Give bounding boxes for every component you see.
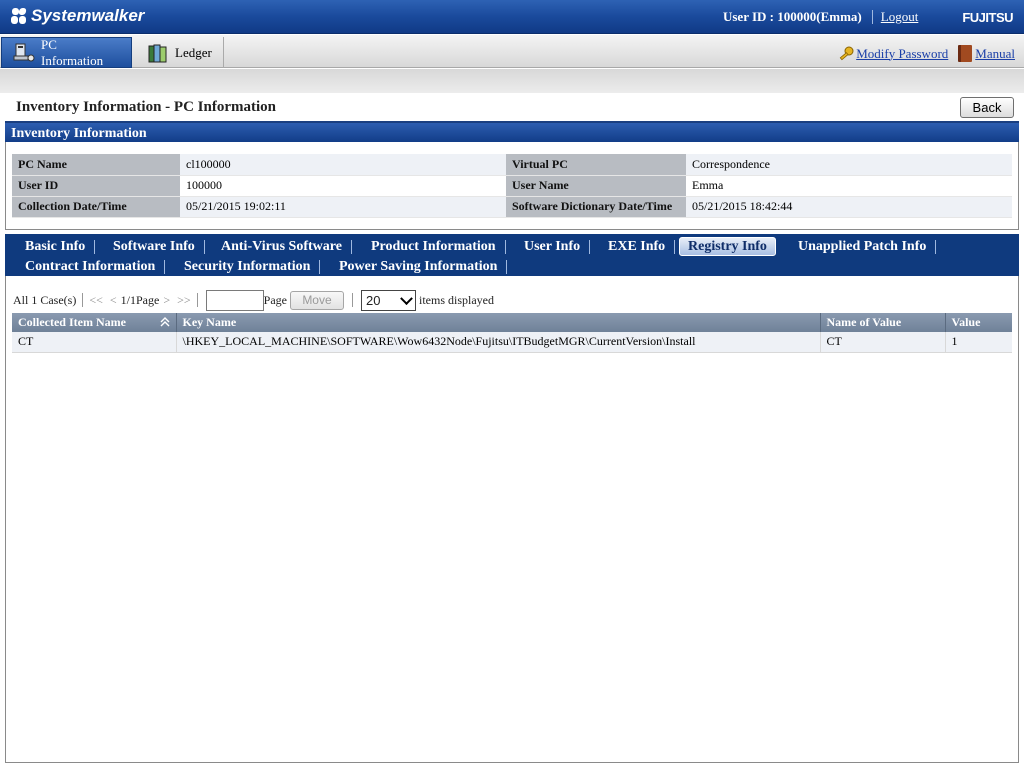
info-value: 05/21/2015 18:42:44	[686, 196, 1012, 218]
nav-tab-label: Ledger	[175, 44, 212, 60]
info-label: User ID	[12, 175, 180, 197]
pager-divider	[351, 293, 353, 307]
page-label: Page	[263, 292, 287, 307]
cell-key-name: \HKEY_LOCAL_MACHINE\SOFTWARE\Wow6432Node…	[176, 332, 821, 353]
first-page-link[interactable]: <<	[89, 293, 103, 308]
sort-ascending-icon[interactable]	[160, 315, 170, 329]
tab-exe-info[interactable]: EXE Info	[600, 237, 676, 256]
column-header-key-name[interactable]: Key Name	[176, 313, 821, 332]
tab-basic-info[interactable]: Basic Info	[17, 237, 96, 256]
tab-user-info[interactable]: User Info	[516, 237, 591, 256]
back-button[interactable]: Back	[960, 97, 1014, 118]
table-header-row: Collected Item Name Key Name Name of Val…	[12, 313, 1012, 332]
move-button[interactable]: Move	[289, 290, 344, 310]
info-label: Collection Date/Time	[12, 196, 180, 218]
pc-icon	[12, 42, 36, 64]
info-label: PC Name	[12, 154, 180, 176]
page-number-input[interactable]	[205, 289, 264, 311]
cell-collected-item-name: CT	[12, 332, 177, 353]
pager-divider	[196, 293, 198, 307]
info-label: Software Dictionary Date/Time	[506, 196, 686, 218]
detail-tabs: Basic Info Software Info Anti-Virus Soft…	[5, 234, 1019, 276]
modify-password-link[interactable]: Modify Password	[856, 46, 948, 62]
nav-tab-label: PC Information	[41, 36, 104, 68]
column-header-name-of-value[interactable]: Name of Value	[820, 313, 946, 332]
inventory-info-table: PC Name cl100000 Virtual PC Corresponden…	[12, 154, 1012, 218]
next-page-link[interactable]: >	[163, 293, 170, 308]
nav-tab-pc-information[interactable]: PC Information	[1, 37, 132, 68]
systemwalker-logo-icon	[10, 7, 28, 25]
header-right: User ID : 100000(Emma) Logout FUJITSU	[723, 0, 1024, 34]
manual-link[interactable]: Manual	[975, 46, 1015, 62]
tab-anti-virus-software[interactable]: Anti-Virus Software	[213, 237, 352, 256]
header-divider	[871, 10, 873, 24]
tab-registry-info[interactable]: Registry Info	[679, 237, 776, 256]
nav-tab-ledger[interactable]: Ledger	[136, 37, 224, 68]
info-value: Correspondence	[686, 154, 1012, 176]
manual-book-icon	[958, 45, 973, 62]
main-nav: PC Information Ledger Modify Password Ma…	[0, 35, 1024, 68]
tab-software-info[interactable]: Software Info	[105, 237, 205, 256]
pager: All 1 Case(s) << < 1/1Page > >> Page Mov…	[13, 289, 494, 311]
pager-divider	[82, 293, 84, 307]
column-header-collected-item-name[interactable]: Collected Item Name	[12, 313, 177, 332]
cell-name-of-value: CT	[820, 332, 946, 353]
items-per-page-value: 20	[365, 292, 381, 308]
user-id-label: User ID : 100000(Emma)	[722, 9, 862, 24]
info-row: Collection Date/Time 05/21/2015 19:02:11…	[12, 196, 1012, 218]
ledger-icon	[146, 42, 170, 64]
nav-links: Modify Password Manual	[838, 45, 1015, 62]
info-row: PC Name cl100000 Virtual PC Corresponden…	[12, 154, 1012, 176]
toolbar-strip	[0, 69, 1024, 93]
logout-link[interactable]: Logout	[881, 9, 919, 25]
fujitsu-logo: FUJITSU	[962, 9, 1013, 25]
tab-contract-information[interactable]: Contract Information	[17, 257, 166, 276]
chevron-down-icon	[400, 291, 413, 305]
info-value: cl100000	[180, 154, 506, 176]
items-per-page-select[interactable]: 20	[360, 289, 416, 311]
page-title: Inventory Information - PC Information	[16, 99, 276, 115]
info-label: Virtual PC	[506, 154, 686, 176]
cell-value: 1	[945, 332, 1012, 353]
record-count: All 1 Case(s)	[13, 292, 77, 307]
registry-table: Collected Item Name Key Name Name of Val…	[12, 313, 1012, 353]
last-page-link[interactable]: >>	[177, 293, 191, 308]
items-displayed-label: items displayed	[418, 292, 494, 307]
tab-product-information[interactable]: Product Information	[363, 237, 506, 256]
app-header: Systemwalker User ID : 100000(Emma) Logo…	[0, 0, 1024, 34]
key-icon	[838, 46, 854, 62]
inventory-section-title: Inventory Information	[5, 121, 1019, 142]
info-value: 05/21/2015 19:02:11	[180, 196, 506, 218]
info-label: User Name	[506, 175, 686, 197]
info-value: 100000	[180, 175, 506, 197]
prev-page-link[interactable]: <	[110, 293, 117, 308]
brand-logo: Systemwalker	[10, 6, 144, 26]
info-value: Emma	[686, 175, 1012, 197]
tab-power-saving-information[interactable]: Power Saving Information	[331, 257, 508, 276]
page-position: 1/1Page	[120, 292, 160, 307]
column-header-value[interactable]: Value	[945, 313, 1012, 332]
tab-security-information[interactable]: Security Information	[176, 257, 321, 276]
table-row[interactable]: CT \HKEY_LOCAL_MACHINE\SOFTWARE\Wow6432N…	[12, 332, 1012, 353]
brand-name: Systemwalker	[31, 6, 145, 25]
info-row: User ID 100000 User Name Emma	[12, 175, 1012, 197]
tab-unapplied-patch-info[interactable]: Unapplied Patch Info	[790, 237, 937, 256]
